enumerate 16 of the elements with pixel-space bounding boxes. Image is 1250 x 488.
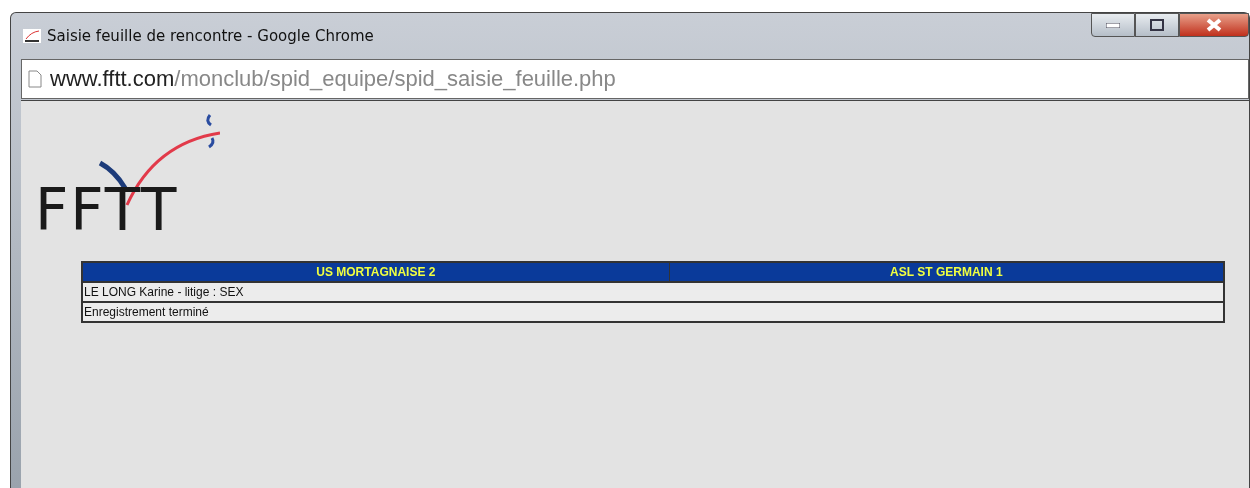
team-header: US MORTAGNAISE 2: [82, 262, 670, 282]
close-icon: [1206, 18, 1222, 32]
site-favicon-icon: [23, 29, 41, 43]
url-text: www.fftt.com/monclub/spid_equipe/spid_saisie_feuille.php: [50, 66, 616, 92]
window-title: Saisie feuille de rencontre - Google Chrome: [47, 27, 375, 45]
minimize-button[interactable]: [1091, 13, 1135, 37]
address-bar[interactable]: www.fftt.com/monclub/spid_equipe/spid_saisie_feuille.php: [21, 59, 1249, 99]
maximize-button[interactable]: [1135, 13, 1179, 37]
message-cell: LE LONG Karine - litige : SEX: [82, 282, 1224, 302]
team-header: ASL ST GERMAIN 1: [669, 262, 1224, 282]
minimize-icon: [1106, 22, 1120, 28]
page-icon: [28, 70, 42, 88]
message-cell: Enregistrement terminé: [82, 302, 1224, 322]
maximize-icon: [1150, 19, 1164, 31]
close-button[interactable]: [1179, 13, 1249, 37]
logo-text: FFTT: [35, 181, 179, 239]
